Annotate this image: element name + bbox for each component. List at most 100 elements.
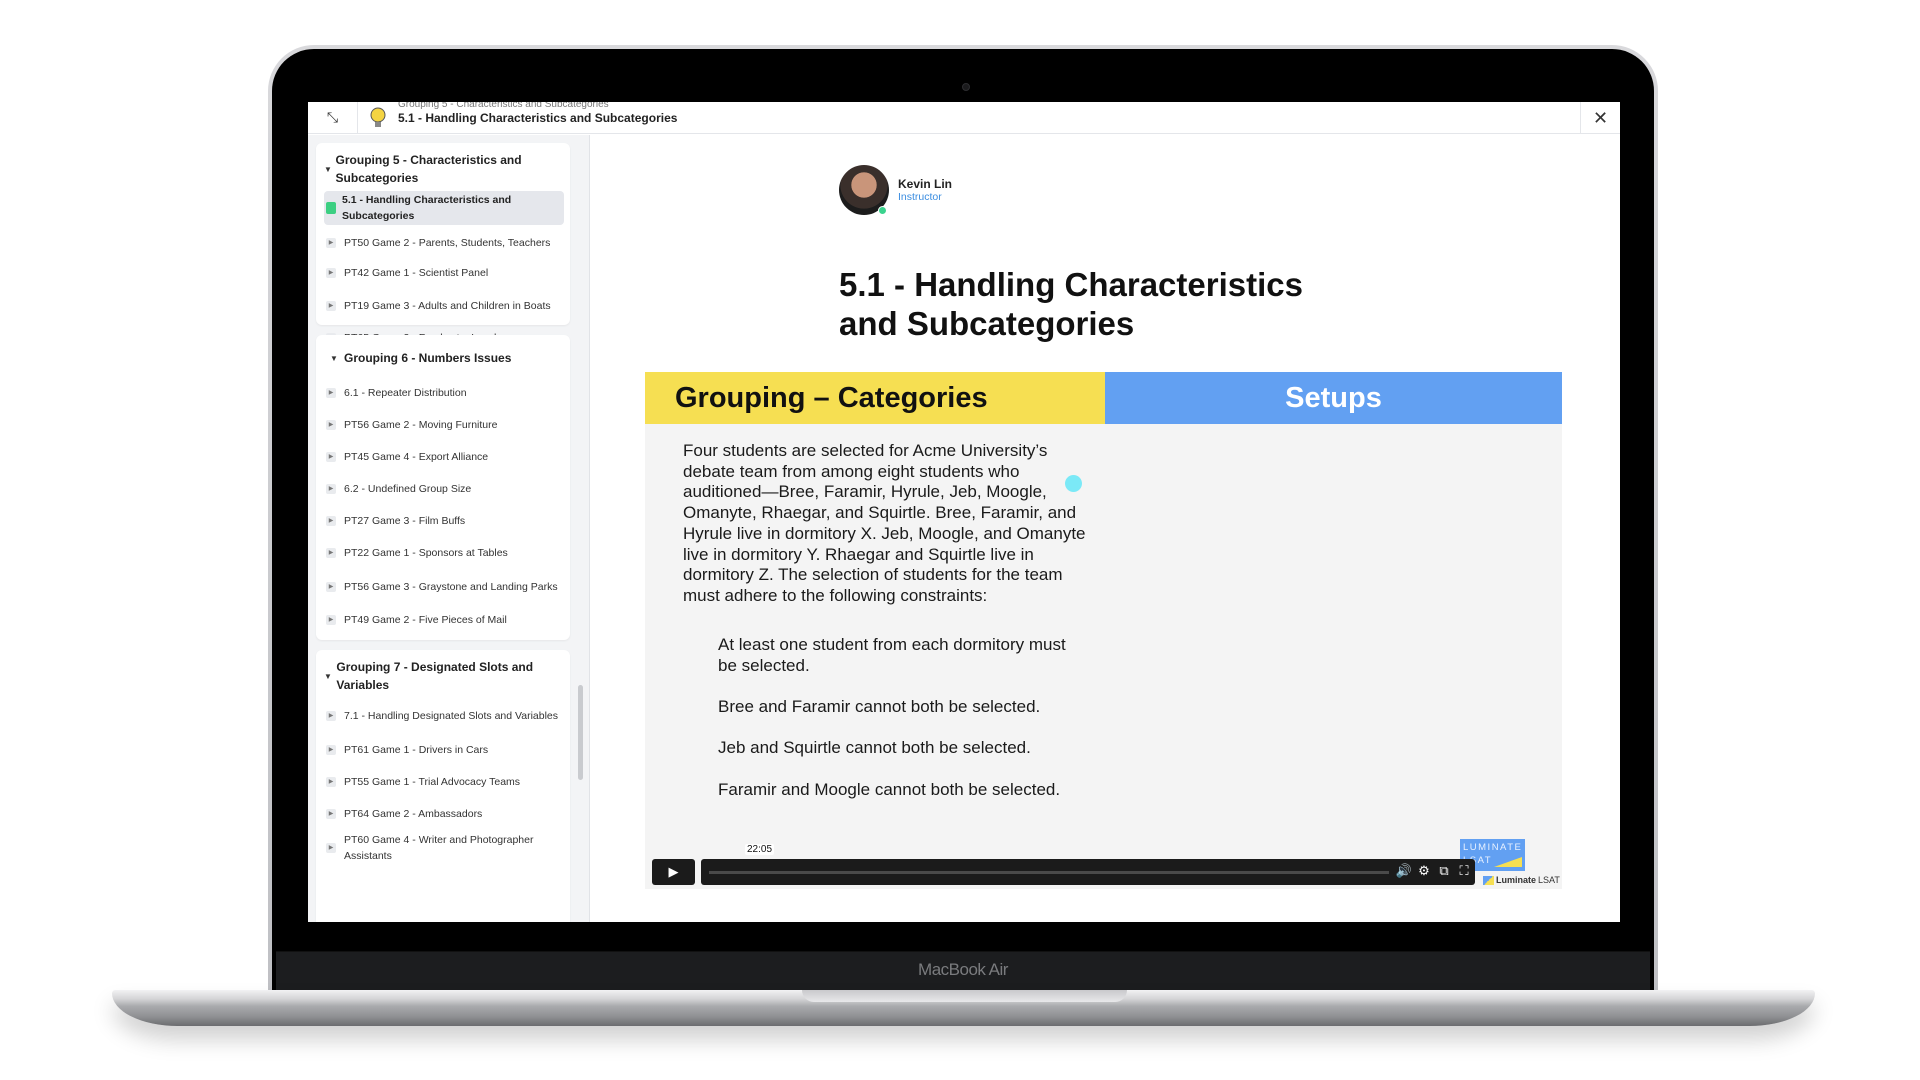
play-icon: ▶ [326, 777, 336, 787]
list-item[interactable]: ▶ PT22 Game 1 - Sponsors at Tables [316, 537, 570, 569]
play-button[interactable]: ▶ [652, 859, 695, 885]
item-label: PT61 Game 1 - Drivers in Cars [344, 744, 489, 756]
sidebar-group-5: ▼ Grouping 5 - Characteristics and Subca… [316, 143, 570, 344]
list-item[interactable]: ▶ PT49 Game 2 - Five Pieces of Mail [316, 605, 570, 635]
luminate-watermark[interactable]: Luminate LSAT [1483, 875, 1560, 885]
camera-icon [962, 83, 970, 91]
top-bar: ⤡ Grouping 5 - Characteristics and Subca… [308, 102, 1620, 134]
list-item[interactable]: ▶ PT45 Game 4 - Export Alliance [316, 441, 570, 473]
play-icon: ▶ [326, 301, 336, 311]
play-icon: ▶ [326, 452, 336, 462]
volume-icon[interactable]: 🔊 [1395, 863, 1413, 879]
item-label: PT60 Game 4 - Writer and Photographer As… [344, 834, 534, 862]
item-label: PT49 Game 2 - Five Pieces of Mail [344, 614, 507, 626]
item-label: PT64 Game 2 - Ambassadors [344, 808, 483, 820]
close-button[interactable]: ✕ [1580, 102, 1620, 134]
group-header[interactable]: ▼ Grouping 5 - Characteristics and Subca… [316, 143, 570, 191]
control-bar: 22:05 🔊 ⚙ ⧉ ⛶ [701, 844, 1475, 885]
main-content: Kevin Lin Instructor 5.1 - Handling Char… [591, 135, 1620, 922]
avatar [839, 165, 889, 215]
play-icon: ▶ [668, 864, 679, 879]
luminate-flag-icon [1483, 875, 1494, 885]
sidebar-scrollbar[interactable] [578, 685, 583, 780]
time-tooltip: 22:05 [745, 844, 775, 855]
list-item[interactable]: ▶ PT19 Game 3 - Adults and Children in B… [316, 285, 570, 327]
item-label: 7.1 - Handling Designated Slots and Vari… [344, 710, 559, 722]
list-item[interactable]: ▶ PT55 Game 1 - Trial Advocacy Teams [316, 766, 570, 798]
play-icon: ▶ [326, 745, 336, 755]
play-icon: ▶ [326, 238, 336, 248]
item-label: PT50 Game 2 - Parents, Students, Teacher… [344, 237, 551, 249]
lightbulb-icon [358, 107, 398, 129]
play-icon: ▶ [326, 809, 336, 819]
instructor-name: Kevin Lin [898, 177, 953, 191]
sidebar-group-7: ▼ Grouping 7 - Designated Slots and Vari… [316, 650, 570, 922]
group-header[interactable]: ▼ Grouping 6 - Numbers Issues [316, 335, 570, 377]
list-item[interactable]: ▶ PT60 Game 4 - Writer and Photographer A… [316, 830, 570, 866]
slide-constraints: At least one student from each dormitory… [718, 635, 1088, 821]
play-icon: ▶ [326, 420, 336, 430]
list-item[interactable]: ▶ 7.1 - Handling Designated Slots and Var… [316, 698, 570, 734]
slide-header-left: Grouping – Categories [645, 372, 1105, 424]
laptop-base [112, 990, 1815, 1026]
list-item[interactable]: ▶ 6.1 - Repeater Distribution [316, 377, 570, 409]
fullscreen-icon[interactable]: ⛶ [1455, 863, 1473, 879]
slide-header-right: Setups [1105, 372, 1562, 424]
slide-header: Grouping – Categories Setups [645, 372, 1562, 424]
item-label: 6.1 - Repeater Distribution [344, 387, 467, 399]
list-item[interactable]: ▶ PT56 Game 2 - Moving Furniture [316, 409, 570, 441]
play-icon: ▶ [326, 268, 336, 278]
watermark-bold: Luminate [1496, 875, 1537, 885]
item-label: PT55 Game 1 - Trial Advocacy Teams [344, 776, 521, 788]
constraint: At least one student from each dormitory… [718, 635, 1066, 675]
group-title: Grouping 7 - Designated Slots and Variab… [336, 660, 534, 692]
item-label: 5.1 - Handling Characteristics and Subca… [342, 194, 512, 222]
list-item[interactable]: ▶ PT27 Game 3 - Film Buffs [316, 505, 570, 537]
settings-icon[interactable]: ⚙ [1415, 863, 1433, 879]
laptop-notch [802, 990, 1127, 1002]
instructor-card: Kevin Lin Instructor [839, 165, 952, 215]
page-title: 5.1 - Handling Characteristics and Subca… [839, 266, 1303, 342]
constraint: Bree and Faramir cannot both be selected… [718, 697, 1041, 717]
play-icon: ▶ [326, 615, 336, 625]
list-item[interactable]: ▶ PT42 Game 1 - Scientist Panel [316, 261, 570, 285]
group-title: Grouping 6 - Numbers Issues [344, 351, 512, 365]
caret-down-icon: ▼ [330, 353, 338, 363]
sidebar: ▼ Grouping 5 - Characteristics and Subca… [308, 135, 590, 922]
play-icon: ▶ [326, 388, 336, 398]
device-label: MacBook Air [918, 960, 1008, 979]
instructor-role: Instructor [898, 191, 942, 203]
item-label: PT56 Game 3 - Graystone and Landing Park… [344, 581, 558, 593]
item-label: PT56 Game 2 - Moving Furniture [344, 419, 498, 431]
group-header[interactable]: ▼ Grouping 7 - Designated Slots and Vari… [316, 650, 570, 698]
list-item[interactable]: ▶ 6.2 - Undefined Group Size [316, 473, 570, 505]
picture-in-picture-icon[interactable]: ⧉ [1435, 863, 1453, 879]
screen: ⤡ Grouping 5 - Characteristics and Subca… [308, 102, 1620, 922]
collapse-button[interactable]: ⤡ [308, 102, 358, 134]
list-item[interactable]: ▶ PT61 Game 1 - Drivers in Cars [316, 734, 570, 766]
group-title: Grouping 5 - Characteristics and Subcate… [335, 153, 522, 185]
list-item-active[interactable]: 5.1 - Handling Characteristics and Subca… [324, 191, 564, 225]
breadcrumb[interactable]: Grouping 5 - Characteristics and Subcate… [398, 102, 609, 110]
list-item[interactable]: ▶ PT56 Game 3 - Graystone and Landing Par… [316, 569, 570, 605]
list-item[interactable]: ▶ PT64 Game 2 - Ambassadors [316, 798, 570, 830]
lesson-title-header: 5.1 - Handling Characteristics and Subca… [398, 110, 678, 125]
logo-line1: LUMINATE [1463, 842, 1523, 853]
caret-down-icon: ▼ [324, 671, 332, 681]
slide-prompt: Four students are selected for Acme Univ… [683, 441, 1086, 605]
title-block: Grouping 5 - Characteristics and Subcate… [398, 102, 678, 125]
list-item[interactable]: ▶ PT50 Game 2 - Parents, Students, Teach… [316, 225, 570, 261]
video-slide[interactable]: Grouping – Categories Setups Four studen… [645, 372, 1562, 889]
item-label: PT19 Game 3 - Adults and Children in Boa… [344, 300, 551, 312]
play-icon: ▶ [326, 843, 336, 853]
caret-down-icon: ▼ [324, 164, 332, 174]
play-icon: ▶ [326, 516, 336, 526]
progress-track[interactable] [709, 871, 1389, 874]
instructor-text: Kevin Lin Instructor [889, 177, 952, 203]
close-icon: ✕ [1592, 107, 1609, 128]
cursor-highlight [1065, 475, 1082, 492]
video-player-controls: ▶ 22:05 🔊 ⚙ ⧉ ⛶ [652, 844, 1475, 885]
collapse-arrows-icon: ⤡ [326, 109, 339, 125]
document-icon [326, 202, 336, 214]
item-label: 6.2 - Undefined Group Size [344, 483, 472, 495]
